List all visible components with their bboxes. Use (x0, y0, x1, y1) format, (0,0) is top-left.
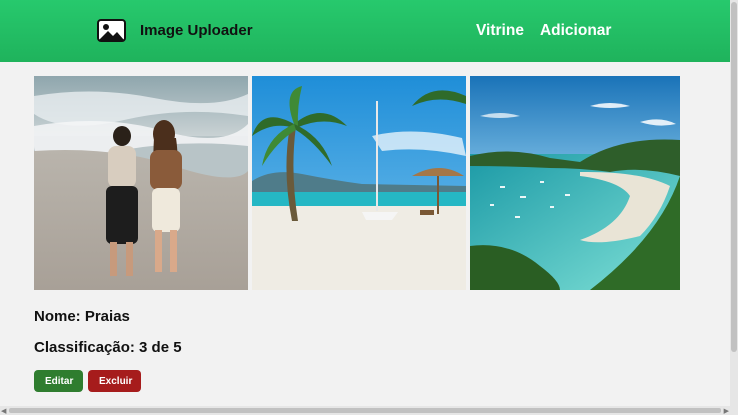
edit-button[interactable]: Editar (34, 370, 83, 392)
vertical-scrollbar-thumb[interactable] (731, 2, 737, 352)
delete-button[interactable]: Excluir (88, 370, 141, 392)
photo-gallery (34, 76, 684, 290)
horizontal-scrollbar[interactable]: ◀ ▶ (0, 406, 730, 415)
item-rating: Classificação: 3 de 5 (34, 339, 182, 356)
main-nav: Vitrine Adicionar (476, 22, 611, 40)
item-name: Nome: Praias (34, 308, 130, 325)
nav-link-vitrine[interactable]: Vitrine (476, 22, 524, 40)
scroll-left-icon[interactable]: ◀ (1, 407, 6, 415)
photo-beach-couple (34, 76, 248, 290)
image-icon (97, 19, 126, 42)
app-title: Image Uploader (140, 22, 253, 39)
horizontal-scrollbar-thumb[interactable] (9, 408, 721, 413)
photo-aerial-bay (470, 76, 684, 290)
navbar: Image Uploader Vitrine Adicionar (0, 0, 730, 62)
scroll-right-icon[interactable]: ▶ (724, 407, 729, 415)
nav-link-adicionar[interactable]: Adicionar (540, 22, 611, 40)
vertical-scrollbar[interactable] (730, 0, 738, 415)
item-actions: Editar Excluir (34, 370, 141, 392)
brand[interactable]: Image Uploader (97, 19, 253, 42)
photo-palm-beach (252, 76, 466, 290)
